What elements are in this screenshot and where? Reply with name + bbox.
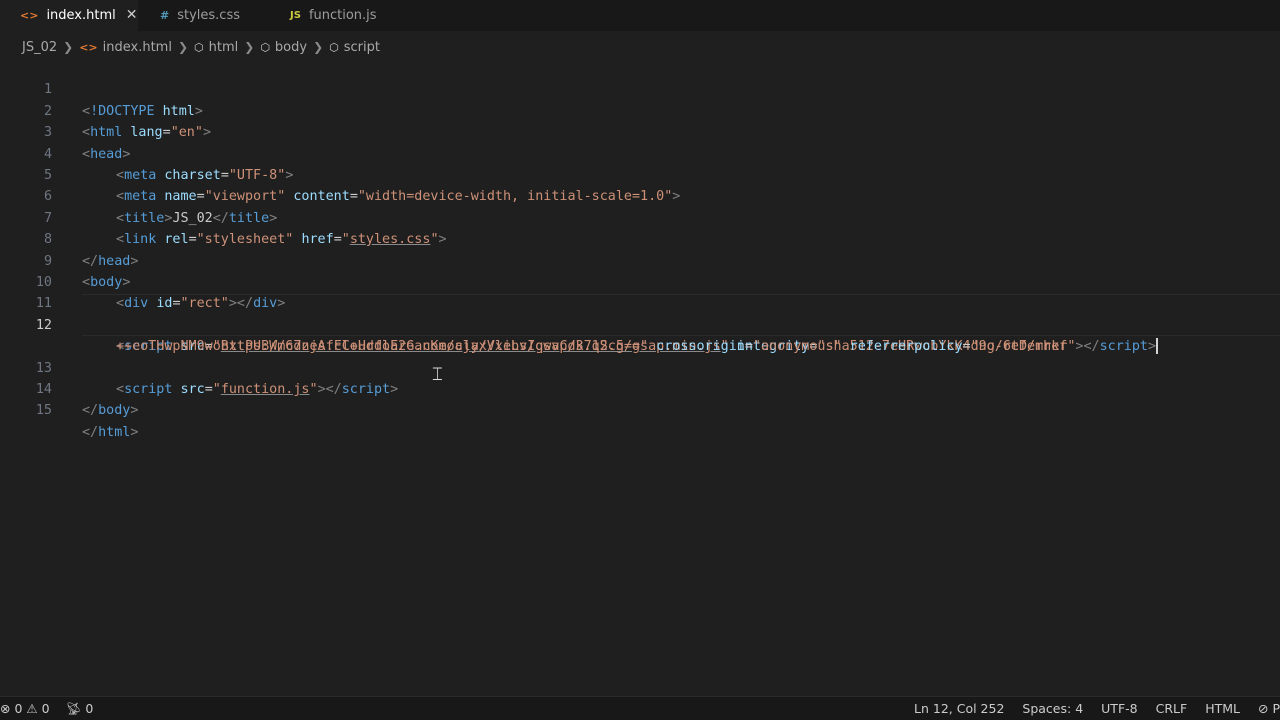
code-line: 8 </head> (0, 208, 139, 268)
error-icon: ⊗ (0, 701, 11, 716)
line-content: <!DOCTYPE html> (82, 103, 203, 119)
tab-label: function.js (308, 8, 377, 23)
chevron-right-icon: ❯ (313, 40, 324, 54)
breadcrumb-file[interactable]: index.html (103, 40, 172, 55)
problems-indicator[interactable]: ⊗ 0 ⚠ 0 (0, 701, 50, 716)
css-file-icon: # (160, 9, 170, 22)
js-file-icon: JS (290, 10, 301, 21)
code-line: 14 </body> (0, 358, 139, 418)
code-line: 13 <script src="function.js"></script> (0, 336, 398, 397)
warning-icon: ⚠ (26, 701, 38, 716)
symbol-element-icon: ⬡ (260, 40, 270, 54)
tab-index-html[interactable]: <> index.html ✕ (0, 0, 138, 31)
line-content: <meta charset="UTF-8"> (116, 168, 294, 183)
tab-label: styles.css (177, 8, 240, 23)
language-mode[interactable]: HTML (1205, 701, 1240, 716)
editor-tab-bar: <> index.html ✕ # styles.css JS function… (0, 0, 1280, 31)
breadcrumb-item-body[interactable]: body (275, 40, 307, 55)
stylesheet-link[interactable]: styles.css (350, 232, 431, 247)
mouse-ibeam-cursor-icon: ⌶ (432, 364, 443, 385)
breadcrumb-item-html[interactable]: html (209, 40, 239, 55)
line-content: <html lang="en"> (82, 125, 211, 141)
end-of-line[interactable]: CRLF (1156, 701, 1188, 716)
line-content: <script src="function.js"></script> (116, 382, 399, 397)
line-content: ++eoTHwpNM9woBxtPUBWm67zeAfFC+HrdoE2GanK… (116, 338, 1159, 355)
line-content: <link rel="stylesheet" href="styles.css"… (116, 232, 447, 248)
broadcast-icon: 📡︎ (65, 700, 82, 716)
chevron-right-icon: ❯ (244, 40, 255, 54)
html-file-icon: <> (20, 8, 39, 22)
code-line: 2 <html lang="en"> (0, 79, 211, 140)
line-content: <div id="rect"></div> (116, 296, 286, 312)
indentation-setting[interactable]: Spaces: 4 (1022, 701, 1083, 716)
tab-styles-css[interactable]: # styles.css (138, 0, 270, 31)
chevron-right-icon: ❯ (177, 40, 189, 54)
code-line: 9 <body> (0, 229, 130, 290)
close-icon[interactable]: ✕ (126, 7, 138, 23)
code-line: 4 <meta charset="UTF-8"> (0, 122, 293, 183)
cursor-position[interactable]: Ln 12, Col 252 (914, 701, 1004, 716)
code-line: 3 <head> (0, 101, 130, 161)
line-content: <title>JS_02</title> (116, 210, 278, 226)
code-line: 12 <script src="https://cdnjs.cloudflare… (0, 293, 1067, 354)
tab-function-js[interactable]: JS function.js (270, 0, 380, 31)
no-entry-icon: ⊘ (1257, 701, 1269, 716)
text-cursor (1156, 338, 1159, 355)
tab-label: index.html (46, 7, 116, 23)
file-encoding[interactable]: UTF-8 (1101, 701, 1137, 716)
code-line-wrapped: ++eoTHwpNM9woBxtPUBWm67zeAfFC+HrdoE2GanK… (0, 315, 1159, 355)
status-bar: ⊗ 0 ⚠ 0 📡︎ 0 Ln 12, Col 252 Spaces: 4 UT… (0, 696, 1280, 720)
code-line: 6 <title>JS_02</title> (0, 165, 277, 225)
line-content: </html> (82, 424, 139, 440)
symbol-element-icon: ⬡ (329, 40, 339, 54)
function-js-link[interactable]: function.js (221, 382, 310, 397)
code-line: 10 <div id="rect"></div> (0, 251, 285, 311)
line-content: </body> (82, 403, 139, 419)
breadcrumb: JS_02 ❯ <> index.html ❯ ⬡ html ❯ ⬡ body … (22, 36, 380, 58)
code-line: 7 <link rel="stylesheet" href="styles.cs… (0, 186, 447, 247)
line-content: <body> (82, 275, 131, 290)
code-line: 1 <!DOCTYPE html> (0, 58, 203, 118)
code-editor[interactable]: 1 <!DOCTYPE html> 2 <html lang="en"> 3 <… (0, 58, 1280, 698)
code-line: 15 </html> (0, 379, 139, 439)
chevron-right-icon: ❯ (63, 40, 74, 54)
ports-indicator[interactable]: 📡︎ 0 (66, 701, 94, 717)
line-content: <head> (82, 146, 131, 162)
code-line: 5 <meta name="viewport" content="width=d… (0, 144, 680, 204)
line-number: 15 (35, 403, 52, 419)
breadcrumb-item-script[interactable]: script (344, 40, 380, 55)
breadcrumb-folder[interactable]: JS_02 (22, 40, 57, 55)
html-file-icon: <> (79, 40, 98, 54)
line-content: <meta name="viewport" content="width=dev… (116, 189, 681, 205)
symbol-element-icon: ⬡ (194, 40, 204, 54)
code-line: 11 (0, 272, 52, 311)
prettier-status[interactable]: ⊘ P (1258, 701, 1280, 716)
line-content: </head> (82, 253, 139, 269)
